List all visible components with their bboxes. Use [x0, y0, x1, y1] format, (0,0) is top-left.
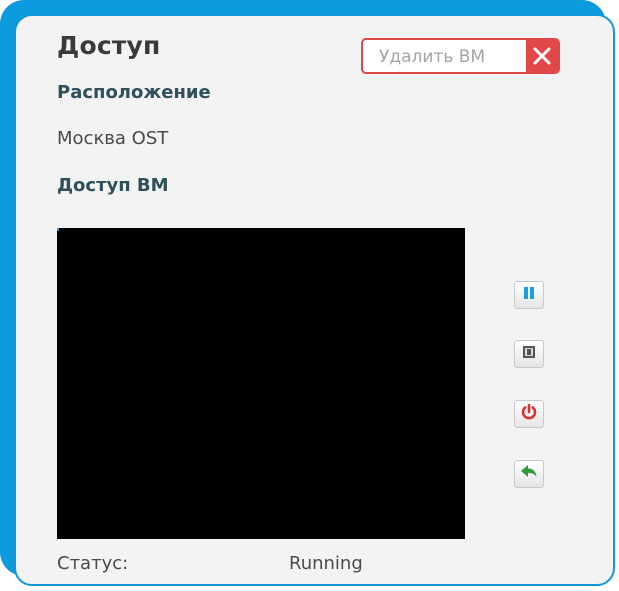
status-label: Статус:	[57, 553, 129, 574]
stop-button[interactable]	[514, 340, 544, 368]
access-panel: Доступ Удалить ВМ Расположение Москва OS…	[14, 14, 615, 586]
restart-button[interactable]	[514, 400, 544, 428]
location-value: Москва OST	[57, 128, 169, 149]
delete-vm-button-label: Удалить ВМ	[379, 47, 486, 67]
vm-console-screen[interactable]	[57, 228, 465, 539]
power-restart-icon	[520, 403, 538, 425]
back-arrow-icon	[520, 464, 538, 484]
close-icon[interactable]	[526, 40, 558, 72]
location-heading: Расположение	[57, 82, 211, 103]
pause-button[interactable]	[514, 281, 544, 309]
back-button[interactable]	[514, 460, 544, 488]
vm-access-heading: Доступ ВМ	[57, 175, 169, 196]
delete-vm-button[interactable]: Удалить ВМ	[361, 38, 560, 74]
page-title: Доступ	[57, 31, 161, 60]
stop-icon	[521, 344, 537, 364]
pause-icon	[521, 285, 537, 305]
status-value: Running	[289, 553, 363, 574]
console-cursor	[57, 228, 59, 231]
